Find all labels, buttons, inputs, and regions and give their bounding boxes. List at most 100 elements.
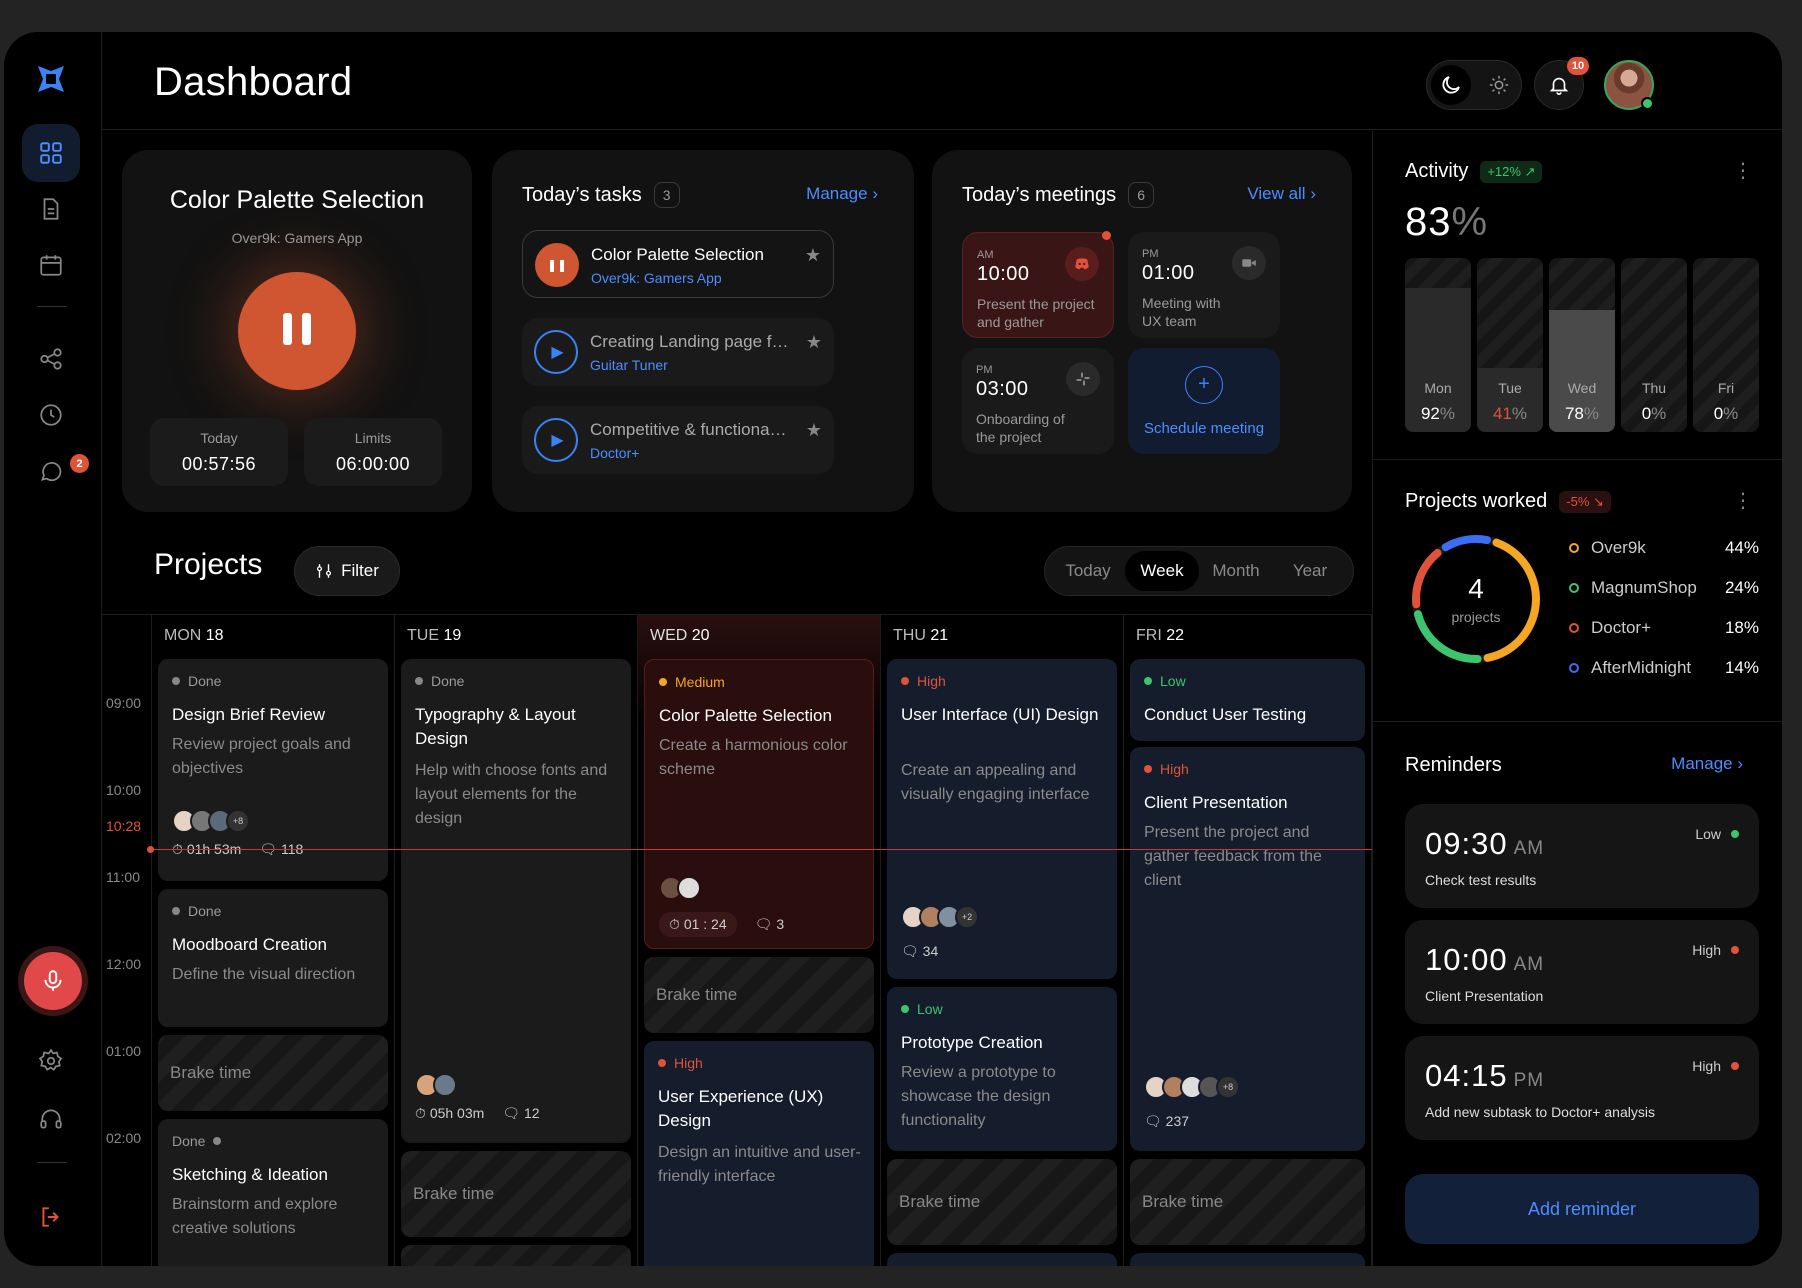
sidebar-dashboard-button[interactable] [22,124,80,182]
plus-icon: + [1185,365,1223,404]
task-play-button[interactable]: ▶ [534,418,578,462]
microphone-button[interactable] [24,952,82,1010]
event-card[interactable]: Low Conduct User Testing [1130,659,1365,741]
meeting-desc: Onboarding of the project [976,411,1065,445]
meeting-card[interactable]: PM 01:00 Meeting with UX team [1128,232,1280,338]
activity-bar-value: 78% [1564,404,1600,423]
event-card[interactable]: Medium Color Palette Selection Create a … [644,659,874,949]
logout-button[interactable] [22,1188,80,1246]
time-label: 09:00 [106,695,142,711]
brake-time-block: Brake time [644,957,874,1033]
chat-badge: 2 [70,454,89,473]
tab-year[interactable]: Year [1273,551,1347,591]
sidebar-share-button[interactable] [22,330,80,388]
reminder-card[interactable]: 04:15 PM Add new subtask to Doctor+ analy… [1405,1036,1759,1140]
current-time-line [148,849,1372,850]
more-options-icon[interactable]: ⋮ [1733,158,1753,183]
task-item[interactable]: ▶ Competitive & functional a... Doctor+ … [522,406,834,474]
current-time-label: 10:28 [106,818,142,834]
app-window: 2 Dashboard 10 Color Palette Selection O… [4,32,1782,1266]
sidebar-documents-button[interactable] [22,180,80,238]
reminder-card[interactable]: 09:30 AM Check test results Low [1405,804,1759,908]
event-card[interactable]: High User Interface (UI) Design Create a… [887,659,1117,979]
day-name: MON [164,627,202,644]
reminder-card[interactable]: 10:00 AM Client Presentation High [1405,920,1759,1024]
event-title: Moodboard Creation [172,935,327,954]
theme-toggle[interactable] [1426,60,1522,110]
task-pause-button[interactable]: ❚❚ [535,243,579,287]
limits-stat: Limits 06:00:00 [304,418,442,486]
meeting-card[interactable]: AM 10:00 Present the project and gather … [962,231,1114,338]
projects-legend: Over9k 44% MagnumShop 24% Doctor+ 18% After… [1569,528,1759,688]
light-mode-option[interactable] [1479,65,1519,105]
event-card[interactable]: Low Prototype Creation Review a prototyp… [887,987,1117,1151]
day-name: WED [650,627,688,644]
filter-button[interactable]: Filter [294,546,400,596]
day-name: FRI [1136,627,1162,644]
event-title: Typography & Layout Design [415,705,576,748]
star-icon[interactable]: ★ [806,420,822,441]
tab-week[interactable]: Week [1125,551,1199,591]
more-options-icon[interactable]: ⋮ [1733,488,1753,513]
event-card[interactable]: Done Design Brief Review Review project … [158,659,388,881]
live-indicator [1102,231,1111,240]
add-reminder-button[interactable]: Add reminder [1405,1174,1759,1244]
activity-heading: Activity +12% ↗ [1405,160,1543,183]
bell-icon [1549,77,1569,95]
event-card[interactable]: Done Moodboard Creation Define the visua… [158,889,388,1027]
timer-icon: ⏱ 05h 03m [415,1105,485,1121]
meetings-view-all-link[interactable]: View all › [1247,184,1316,204]
tab-today[interactable]: Today [1051,551,1125,591]
sidebar-support-button[interactable] [22,1090,80,1148]
topbar: Dashboard [102,32,1782,130]
event-desc: Present the project and gather feedback … [1144,824,1322,889]
headset-icon [40,1109,62,1129]
tasks-manage-link[interactable]: Manage › [806,184,878,204]
dark-mode-option[interactable] [1431,65,1471,105]
comment-icon: 🗨 3 [754,916,785,932]
assignee-avatars: +8 [1144,1075,1240,1099]
assignee-avatars: +2 [901,905,979,929]
sidebar-settings-button[interactable] [22,1032,80,1090]
day-column-tue: TUE 19 Done Typography & Layout Design H… [395,615,638,1266]
task-title: Creating Landing page for... [590,332,790,351]
day-header: TUE 19 [407,627,461,645]
task-play-button[interactable]: ▶ [534,330,578,374]
time-label: 02:00 [106,1130,142,1146]
event-card[interactable]: High Client Presentation Present the pro… [1130,747,1365,1151]
event-status: Done [172,903,221,919]
sidebar-clock-button[interactable] [22,386,80,444]
event-priority: Low [1144,673,1186,689]
schedule-meeting-button[interactable]: + Schedule meeting [1128,348,1280,454]
event-card[interactable] [1130,1253,1365,1266]
task-item[interactable]: ▶ Creating Landing page for... Guitar Tu… [522,318,834,386]
star-icon[interactable]: ★ [806,332,822,353]
sidebar-chat-button[interactable]: 2 [22,442,89,500]
projects-count: 4 [1468,573,1484,604]
meeting-ampm: PM [976,364,993,376]
video-camera-icon [1232,246,1266,280]
star-icon[interactable]: ★ [805,245,821,266]
tab-month[interactable]: Month [1199,551,1273,591]
task-item[interactable]: ❚❚ Color Palette Selection Over9k: Gamer… [522,230,834,298]
app-logo[interactable] [34,62,68,96]
event-status: Done [415,673,464,689]
tasks-manage-label: Manage [806,184,868,203]
reminders-title: Reminders [1405,754,1502,776]
reminders-manage-link[interactable]: Manage › [1671,754,1743,774]
event-card[interactable]: Done Typography & Layout Design Help wit… [401,659,631,1143]
user-avatar[interactable] [1604,60,1654,110]
event-card[interactable] [887,1253,1117,1266]
event-desc: Review a prototype to showcase the desig… [901,1064,1056,1129]
projects-worked-heading: Projects worked -5% ↘ [1405,490,1611,513]
meeting-card[interactable]: PM 03:00 Onboarding of the project [962,348,1114,454]
event-card[interactable]: Done Sketching & Ideation Brainstorm and… [158,1119,388,1266]
brake-time-block: Brake time [401,1151,631,1237]
event-card[interactable]: High User Experience (UX) Design Design … [644,1041,874,1266]
timer-pause-button[interactable] [238,272,356,390]
notifications-button[interactable]: 10 [1534,57,1589,110]
event-priority: Low [901,1001,943,1017]
comment-icon: 🗨 237 [1144,1113,1190,1129]
sidebar-calendar-button[interactable] [22,236,80,294]
event-status: Done [172,673,221,689]
